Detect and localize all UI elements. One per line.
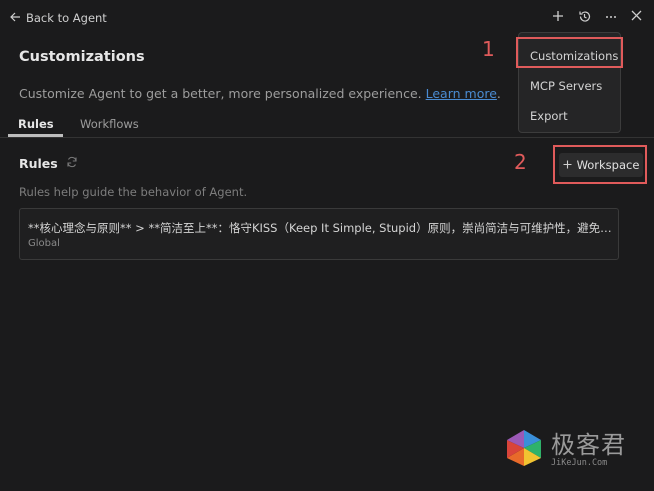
active-tab-indicator xyxy=(8,134,63,137)
watermark: 极客君 JiKeJun.Com xyxy=(503,427,626,472)
subtitle-period: . xyxy=(496,86,501,101)
back-to-agent-label: Back to Agent xyxy=(26,11,107,25)
back-to-agent-link[interactable]: Back to Agent xyxy=(10,11,107,25)
watermark-subtitle: JiKeJun.Com xyxy=(551,457,608,468)
menu-item-mcp-servers[interactable]: MCP Servers xyxy=(530,79,602,93)
rules-description: Rules help guide the behavior of Agent. xyxy=(19,185,248,199)
arrow-left-icon xyxy=(10,11,21,25)
rule-scope-label: Global xyxy=(28,238,60,249)
rules-section-title: Rules xyxy=(19,156,58,171)
watermark-text: 极客君 JiKeJun.Com xyxy=(551,432,626,468)
learn-more-link[interactable]: Learn more xyxy=(426,86,497,101)
history-icon[interactable] xyxy=(578,10,591,27)
watermark-title: 极客君 xyxy=(551,430,626,459)
top-actions xyxy=(552,10,642,27)
highlight-box-customizations xyxy=(516,37,623,68)
close-icon[interactable] xyxy=(631,10,642,27)
refresh-icon[interactable] xyxy=(66,156,78,171)
more-icon[interactable] xyxy=(605,10,617,27)
menu-item-export[interactable]: Export xyxy=(530,109,568,123)
page-subtitle: Customize Agent to get a better, more pe… xyxy=(19,86,501,101)
annotation-number-1: 1 xyxy=(482,37,495,61)
subtitle-text: Customize Agent to get a better, more pe… xyxy=(19,86,422,101)
highlight-box-workspace xyxy=(553,145,647,184)
watermark-logo-icon xyxy=(503,427,545,472)
rules-section-header: Rules xyxy=(19,156,78,171)
annotation-number-2: 2 xyxy=(514,150,527,174)
rule-text: **核心理念与原则** > **简洁至上**：恪守KISS（Keep It Si… xyxy=(28,221,614,235)
add-icon[interactable] xyxy=(552,10,564,27)
tab-rules[interactable]: Rules xyxy=(18,117,54,131)
rule-card[interactable]: **核心理念与原则** > **简洁至上**：恪守KISS（Keep It Si… xyxy=(19,208,619,260)
page-title: Customizations xyxy=(19,49,145,65)
tab-workflows[interactable]: Workflows xyxy=(80,117,139,131)
